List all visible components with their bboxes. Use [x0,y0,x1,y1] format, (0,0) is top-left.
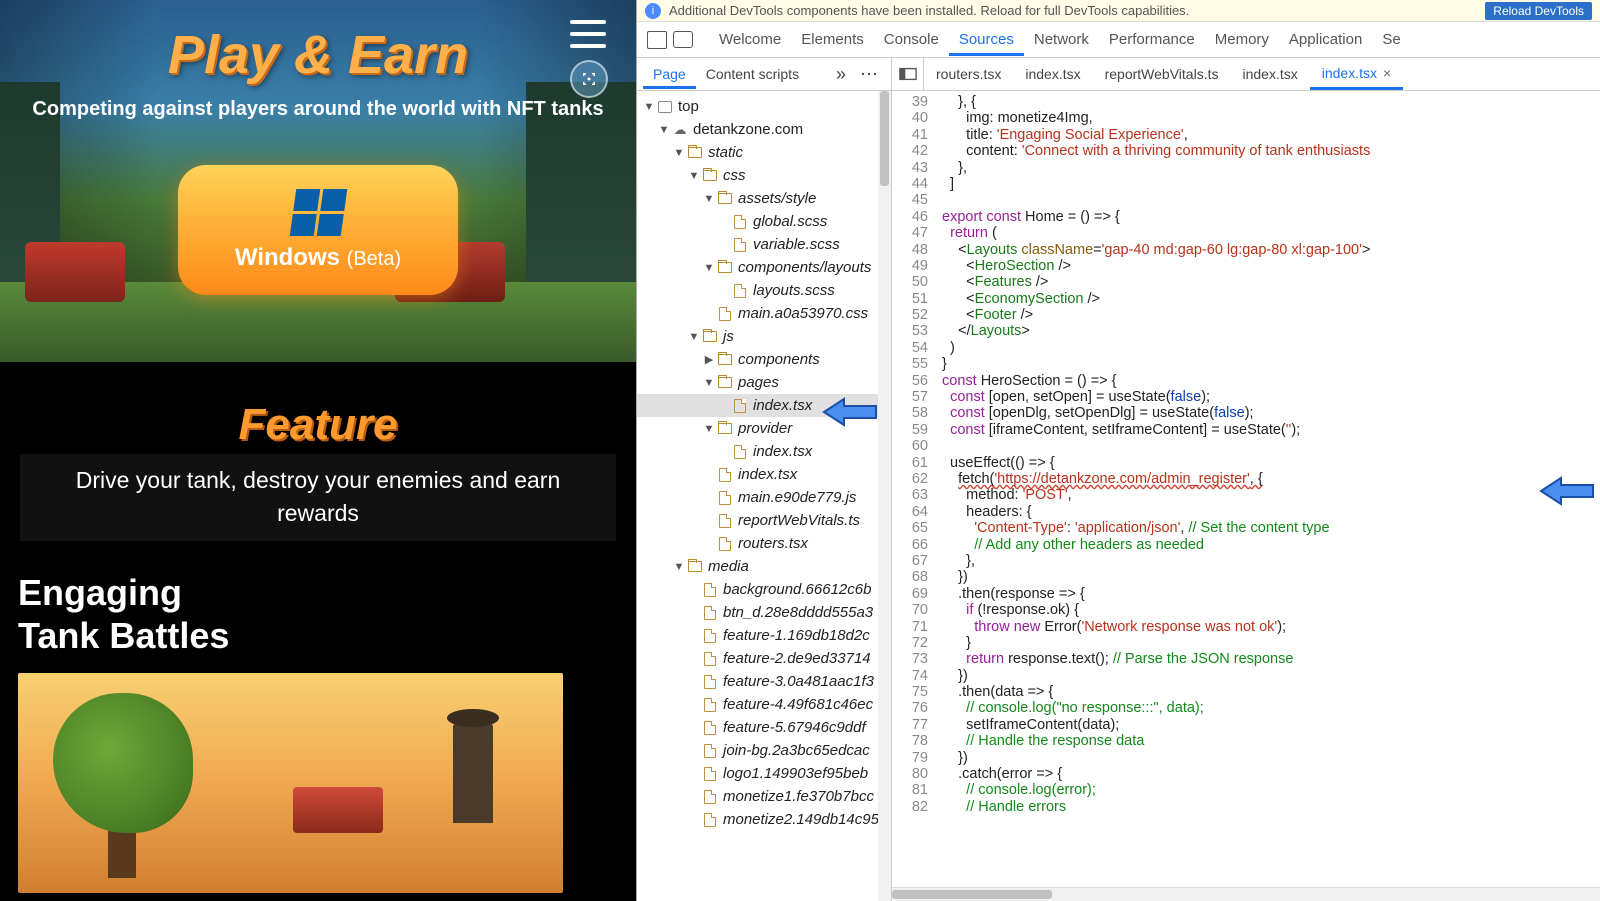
engaging-image [18,673,563,893]
tree-file[interactable]: index.tsx [637,440,891,463]
tree-file[interactable]: global.scss [637,210,891,233]
tree-file[interactable]: monetize1.fe370b7bcc [637,785,891,808]
editor-h-scrollbar[interactable] [892,887,1600,901]
devtools-tab-welcome[interactable]: Welcome [709,23,791,56]
tree-folder[interactable]: ▼js [637,325,891,348]
tree-folder[interactable]: ▼media [637,555,891,578]
devtools-tab-elements[interactable]: Elements [791,23,874,56]
feature-section: Feature Drive your tank, destroy your en… [0,362,636,551]
tree-folder[interactable]: ▼☁detankzone.com [637,118,891,141]
device-toolbar-icon[interactable] [673,31,693,48]
devtools-tab-performance[interactable]: Performance [1099,23,1205,56]
nav-tab-content-scripts[interactable]: Content scripts [696,59,809,89]
editor-file-tabs: routers.tsxindex.tsxreportWebVitals.tsin… [892,58,1600,91]
devtools-tab-se[interactable]: Se [1372,23,1410,56]
hero-subtitle: Competing against players around the wor… [0,96,636,123]
tree-folder[interactable]: ▶components [637,348,891,371]
tree-file[interactable]: feature-3.0a481aac1f3 [637,670,891,693]
devtools-tab-application[interactable]: Application [1279,23,1372,56]
tree-file[interactable]: logo1.149903ef95beb [637,762,891,785]
file-tab[interactable]: reportWebVitals.ts [1093,58,1231,90]
tree-file[interactable]: feature-1.169db18d2c [637,624,891,647]
devtools-reload-banner: i Additional DevTools components have be… [637,0,1600,22]
tree-file[interactable]: index.tsx [637,463,891,486]
devtools-tab-sources[interactable]: Sources [949,23,1024,56]
tree-folder[interactable]: ▼assets/style [637,187,891,210]
tree-file[interactable]: main.a0a53970.css [637,302,891,325]
tree-folder[interactable]: ▼pages [637,371,891,394]
file-tab[interactable]: routers.tsx [924,58,1013,90]
feature-subtitle: Drive your tank, destroy your enemies an… [20,454,616,541]
tree-folder[interactable]: ▼top [637,95,891,118]
tree-folder[interactable]: ▼provider [637,417,891,440]
close-tab-icon[interactable]: × [1383,65,1391,81]
file-tab[interactable]: index.tsx [1230,58,1309,90]
navigator-tabs: PageContent scripts » ⋯ [637,58,891,91]
tree-folder[interactable]: ▼css [637,164,891,187]
file-tab[interactable]: index.tsx [1013,58,1092,90]
sources-navigator: PageContent scripts » ⋯ ▼top▼☁detankzone… [637,58,892,901]
devtools-tab-console[interactable]: Console [874,23,949,56]
tank-graphic-left [25,242,125,302]
info-icon: i [645,3,661,19]
devtools-main-tabs: WelcomeElementsConsoleSourcesNetworkPerf… [637,22,1600,58]
windows-logo-icon [289,189,347,236]
devtools-panel: i Additional DevTools components have be… [636,0,1600,901]
tree-file[interactable]: join-bg.2a3bc65edcac [637,739,891,762]
tree-file[interactable]: layouts.scss [637,279,891,302]
reload-devtools-button[interactable]: Reload DevTools [1485,2,1592,20]
download-windows-button[interactable]: Windows (Beta) [178,165,458,295]
inspect-element-icon[interactable] [647,31,667,49]
tree-scrollbar[interactable] [878,91,891,901]
tree-file[interactable]: monetize2.149db14c95 [637,808,891,831]
toggle-navigator-icon[interactable] [892,58,924,90]
website-preview: Play & Earn Competing against players ar… [0,0,636,901]
navigator-overflow-icon[interactable]: ⋯ [854,64,885,85]
engaging-heading: EngagingTank Battles [18,571,618,657]
file-tree[interactable]: ▼top▼☁detankzone.com▼static▼css▼assets/s… [637,91,891,901]
tree-file[interactable]: feature-2.de9ed33714 [637,647,891,670]
line-numbers: 3940414243444546474849505152535455565758… [892,91,936,887]
feature-title: Feature [20,400,616,450]
tree-file[interactable]: main.e90de779.js [637,486,891,509]
tree-file[interactable]: variable.scss [637,233,891,256]
tree-file[interactable]: index.tsx [637,394,891,417]
tree-folder[interactable]: ▼static [637,141,891,164]
code-view[interactable]: 3940414243444546474849505152535455565758… [892,91,1600,887]
hero-title: Play & Earn [0,24,636,86]
tree-file[interactable]: routers.tsx [637,532,891,555]
source-text[interactable]: }, { img: monetize4Img, title: 'Engaging… [936,91,1600,887]
tree-file[interactable]: reportWebVitals.ts [637,509,891,532]
devtools-tab-memory[interactable]: Memory [1205,23,1279,56]
tree-folder[interactable]: ▼components/layouts [637,256,891,279]
tree-file[interactable]: background.66612c6b [637,578,891,601]
tree-file[interactable]: btn_d.28e8dddd555a3 [637,601,891,624]
file-tab[interactable]: index.tsx × [1310,58,1403,90]
navigator-more-icon[interactable]: » [830,64,852,85]
nav-tab-page[interactable]: Page [643,59,696,89]
engaging-section: EngagingTank Battles [0,551,636,893]
hero-section: Play & Earn Competing against players ar… [0,0,636,362]
tree-file[interactable]: feature-5.67946c9ddf [637,716,891,739]
code-editor: routers.tsxindex.tsxreportWebVitals.tsin… [892,58,1600,901]
devtools-tab-network[interactable]: Network [1024,23,1099,56]
tree-file[interactable]: feature-4.49f681c46ec [637,693,891,716]
